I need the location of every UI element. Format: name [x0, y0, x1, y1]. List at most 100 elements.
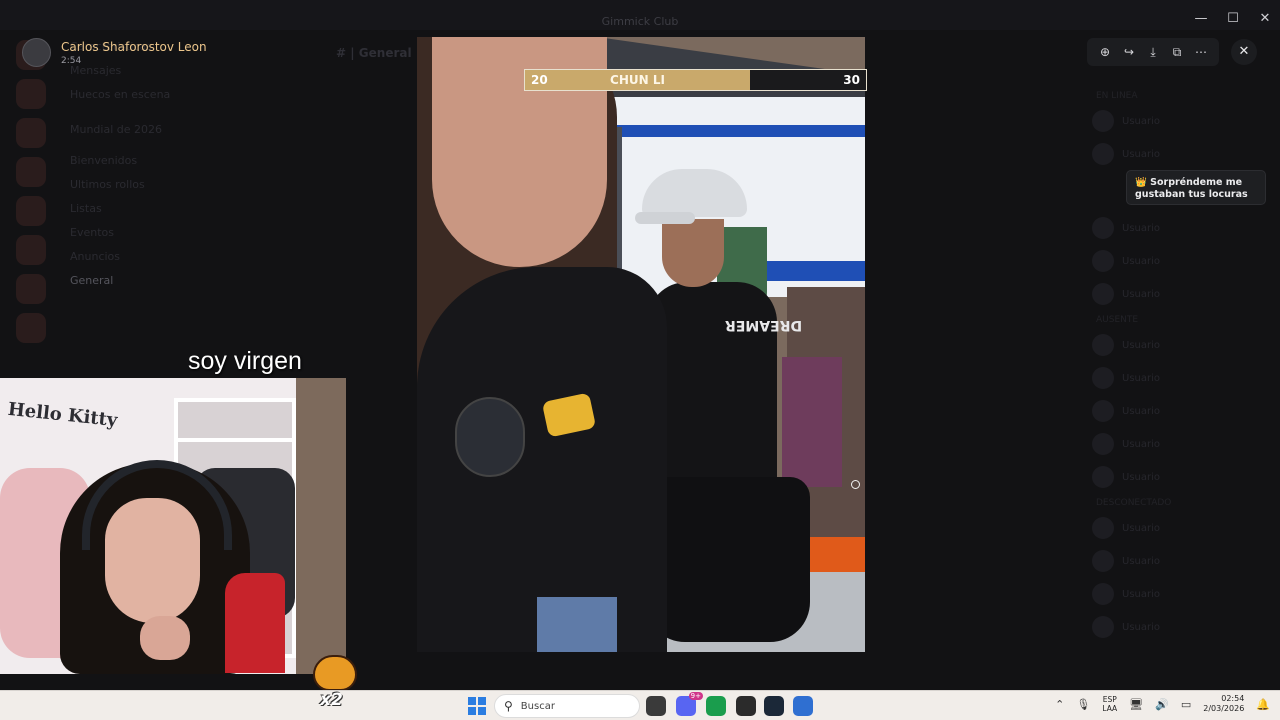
person-cap-brim	[635, 212, 695, 224]
member-name: Usuario	[1122, 115, 1161, 127]
member-name: Usuario	[1122, 148, 1161, 160]
health-bar-name: CHUN LI	[610, 73, 665, 87]
member-item[interactable]: Usuario	[1092, 465, 1275, 489]
avatar[interactable]	[22, 38, 51, 67]
channel-item[interactable]: Mundial de 2026	[70, 123, 332, 136]
media-image[interactable]: DREAMER	[417, 37, 865, 652]
windows-start-icon[interactable]	[468, 697, 486, 715]
avatar	[1092, 616, 1114, 638]
chevron-up-icon[interactable]: ⌃	[1055, 698, 1064, 711]
server-icon[interactable]	[16, 196, 46, 226]
clock-time: 02:54	[1221, 694, 1245, 703]
server-icon[interactable]	[16, 118, 46, 148]
server-icon[interactable]	[16, 235, 46, 265]
member-item[interactable]: Usuario	[1092, 333, 1275, 357]
member-item[interactable]: Usuario	[1092, 582, 1275, 606]
close-viewer-button[interactable]: ✕	[1231, 39, 1257, 65]
powertoys-icon[interactable]	[793, 696, 813, 716]
taskbar-search[interactable]: ⚲ Buscar	[494, 694, 640, 718]
language-indicator[interactable]: ESP LAA	[1102, 695, 1117, 713]
member-item[interactable]: Usuario	[1092, 249, 1275, 273]
channel-item[interactable]: Huecos en escena	[70, 88, 332, 101]
start-tile	[468, 697, 476, 705]
member-item[interactable]: Usuario	[1092, 432, 1275, 456]
uploader-info[interactable]: Carlos Shaforostov Leon 2:54	[22, 38, 207, 67]
member-item[interactable]: Usuario	[1092, 282, 1275, 306]
member-item[interactable]: Usuario	[1092, 142, 1275, 166]
zoom-in-icon[interactable]: ⊕	[1097, 44, 1113, 60]
stream-caption: soy virgen	[188, 347, 302, 375]
avatar	[1092, 110, 1114, 132]
open-external-icon[interactable]: ⧉	[1169, 44, 1185, 60]
member-name: Usuario	[1122, 471, 1161, 483]
chrome-icon[interactable]	[706, 696, 726, 716]
member-item[interactable]: Usuario	[1092, 366, 1275, 390]
search-icon: ⚲	[504, 699, 513, 713]
avatar	[1092, 517, 1114, 539]
avatar	[1092, 143, 1114, 165]
steam-icon[interactable]	[764, 696, 784, 716]
minimize-icon[interactable]: —	[1194, 12, 1208, 26]
network-icon[interactable]: 🖥	[1129, 698, 1143, 711]
streamer-hands	[140, 616, 190, 660]
shirt-print: DREAMER	[725, 317, 803, 333]
person-shirt	[417, 267, 667, 652]
volume-icon[interactable]: 🔊	[1155, 698, 1169, 711]
server-icon[interactable]	[16, 79, 46, 109]
download-icon[interactable]: ⤓	[1145, 44, 1161, 60]
reaction-multiplier: x2	[320, 690, 343, 710]
channel-item-general[interactable]: General	[70, 274, 332, 287]
clock[interactable]: 02:54 2/03/2026	[1203, 694, 1244, 714]
member-item[interactable]: Usuario	[1092, 399, 1275, 423]
app-titlebar: Gimmick Club — ☐ ✕	[0, 0, 1280, 30]
avatar	[1092, 583, 1114, 605]
server-icon[interactable]	[16, 157, 46, 187]
channel-item[interactable]: Eventos	[70, 226, 332, 239]
avatar	[1092, 250, 1114, 272]
system-tray: ⌃ 🎙 ESP LAA 🖥 🔊 ▭ 02:54 2/03/2026 🔔	[1055, 694, 1270, 714]
search-placeholder: Buscar	[520, 700, 555, 712]
battery-icon[interactable]: ▭	[1181, 698, 1191, 711]
more-icon[interactable]: ⋯	[1193, 44, 1209, 60]
channel-item[interactable]: Bienvenidos	[70, 154, 332, 167]
microphone-icon[interactable]: 🎙	[1076, 698, 1090, 711]
start-tile	[478, 697, 486, 705]
scene-blue-stripe	[607, 125, 865, 137]
member-item[interactable]: Usuario	[1092, 615, 1275, 639]
member-name: Usuario	[1122, 522, 1161, 534]
member-name: Usuario	[1122, 372, 1161, 384]
media-duration: 2:54	[61, 55, 82, 66]
file-manager-icon[interactable]	[646, 696, 666, 716]
server-icon[interactable]	[16, 313, 46, 343]
member-name: Usuario	[1122, 255, 1161, 267]
person-face	[662, 219, 724, 287]
server-icon[interactable]	[16, 274, 46, 304]
member-item[interactable]: Usuario	[1092, 109, 1275, 133]
discord-icon[interactable]: 9+	[676, 692, 703, 716]
member-name: Usuario	[1122, 438, 1161, 450]
notification-bell-icon[interactable]: 🔔	[1256, 698, 1270, 711]
uploader-name[interactable]: Carlos Shaforostov Leon	[61, 40, 207, 54]
obs-icon[interactable]	[736, 696, 756, 716]
channel-header: # | General	[336, 46, 412, 60]
maximize-icon[interactable]: ☐	[1226, 12, 1240, 26]
avatar	[1092, 433, 1114, 455]
member-category: AUSENTE	[1096, 315, 1139, 325]
member-category: DESCONECTADO	[1096, 498, 1172, 508]
avatar	[1092, 217, 1114, 239]
avatar	[1092, 400, 1114, 422]
window-controls: — ☐ ✕	[1194, 12, 1272, 26]
channel-item[interactable]: Listas	[70, 202, 332, 215]
forward-icon[interactable]: ↪	[1121, 44, 1137, 60]
member-item[interactable]: Usuario	[1092, 516, 1275, 540]
channel-item[interactable]: Anuncios	[70, 250, 332, 263]
start-tile	[468, 707, 476, 715]
member-item[interactable]: Usuario	[1092, 216, 1275, 240]
channel-item[interactable]: Ultimos rollos	[70, 178, 332, 191]
window-close-icon[interactable]: ✕	[1258, 12, 1272, 26]
sunglasses	[455, 397, 525, 477]
start-tile	[478, 707, 486, 715]
member-name: Usuario	[1122, 555, 1161, 567]
member-item[interactable]: Usuario	[1092, 549, 1275, 573]
uploader-text: Carlos Shaforostov Leon 2:54	[61, 40, 207, 66]
